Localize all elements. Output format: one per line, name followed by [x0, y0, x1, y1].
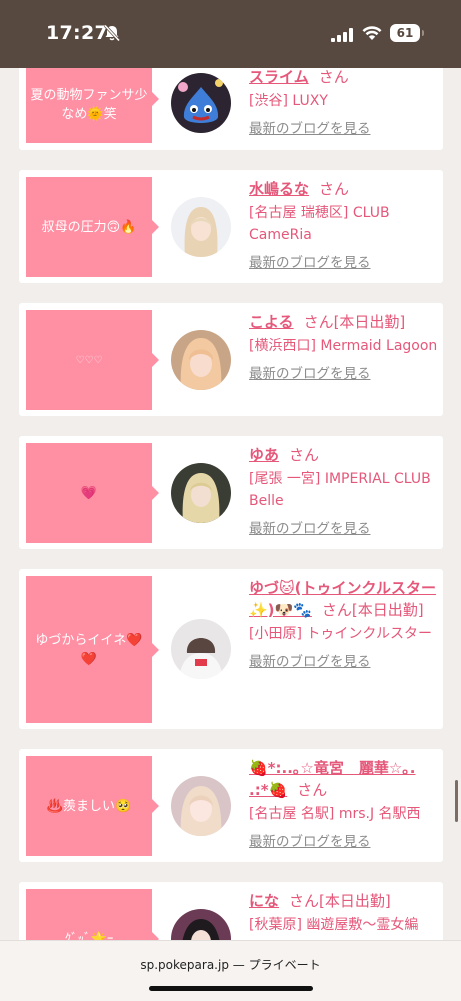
shop-name[interactable]: [名古屋 瑞穂区] CLUB CameRia [249, 202, 439, 246]
cast-info: スライム さん [渋谷] LUXY 最新のブログを見る [249, 66, 439, 138]
avatar[interactable] [171, 619, 231, 679]
avatar[interactable] [171, 463, 231, 523]
bell-muted-icon [103, 24, 121, 46]
avatar[interactable] [171, 197, 231, 257]
latest-blog-link[interactable]: 最新のブログを見る [249, 120, 439, 138]
comment-text: 叔母の圧力🙃🔥 [41, 219, 137, 235]
latest-blog-link[interactable]: 最新のブログを見る [249, 254, 439, 272]
avatar[interactable] [171, 776, 231, 836]
latest-blog-link[interactable]: 最新のブログを見る [249, 653, 439, 671]
cast-info: こよる さん[本日出勤] [横浜西口] Mermaid Lagoon 最新のブログ… [249, 311, 439, 383]
comment-bubble: ゆづからイイネ❤️❤️ [26, 576, 159, 723]
comment-text: 夏の動物ファンサ少なめ🌞笑 [30, 88, 148, 122]
shop-name[interactable]: [渋谷] LUXY [249, 90, 439, 112]
cast-suffix: さん [318, 68, 349, 86]
browser-url-bar[interactable]: sp.pokepara.jp — プライベート [0, 940, 461, 1001]
home-indicator[interactable] [149, 986, 313, 991]
scrollbar[interactable] [455, 780, 458, 822]
cast-suffix: さん [297, 781, 328, 799]
cast-info: ゆあ さん [尾張 一宮] IMPERIAL CLUB Belle 最新のブログを… [249, 444, 439, 538]
wifi-icon [362, 25, 382, 45]
cast-suffix: さん[本日出勤] [289, 892, 391, 910]
comment-bubble: ♨️羨ましい🥺 [26, 756, 159, 856]
status-bar: 17:27 61 [0, 0, 461, 68]
shop-name[interactable]: [尾張 一宮] IMPERIAL CLUB Belle [249, 468, 439, 512]
cast-name-link[interactable]: 水嶋るな [249, 180, 309, 198]
cellular-signal-icon [331, 27, 353, 46]
avatar[interactable] [171, 330, 231, 390]
private-mode-label: — プライベート [232, 958, 321, 972]
shop-name[interactable]: [小田原] トゥインクルスター [249, 623, 439, 645]
cast-info: 水嶋るな さん [名古屋 瑞穂区] CLUB CameRia 最新のブログを見る [249, 178, 439, 272]
url-domain: sp.pokepara.jp [140, 958, 229, 972]
cast-name-link[interactable]: にな [249, 892, 279, 910]
battery-icon: 61 [390, 24, 424, 42]
list-item[interactable]: ♨️羨ましい🥺 🍓*:..｡☆竜宮 麗華☆｡. .:*🍓 さん [名古屋 名駅] … [19, 749, 443, 862]
cast-name-link[interactable]: ゆあ [249, 446, 279, 464]
shop-name[interactable]: [秋葉原] 幽遊屋敷〜霊女編 [249, 914, 439, 936]
cast-info: にな さん[本日出勤] [秋葉原] 幽遊屋敷〜霊女編 [249, 890, 439, 936]
cast-name-link[interactable]: 🍓*:..｡☆竜宮 麗華☆｡. .:*🍓 [249, 759, 416, 799]
comment-bubble: 夏の動物ファンサ少なめ🌞笑 [26, 55, 159, 143]
url-text[interactable]: sp.pokepara.jp — プライベート [0, 956, 461, 973]
latest-blog-link[interactable]: 最新のブログを見る [249, 520, 439, 538]
cast-name-link[interactable]: こよる [249, 313, 294, 331]
comment-bubble: 叔母の圧力🙃🔥 [26, 177, 159, 277]
cast-suffix: さん [289, 446, 320, 464]
list-item[interactable]: 叔母の圧力🙃🔥 水嶋るな さん [名古屋 瑞穂区] CLUB CameRia 最新… [19, 170, 443, 283]
cast-suffix: さん[本日出勤] [303, 313, 406, 331]
shop-name[interactable]: [名古屋 名駅] mrs.J 名駅西 [249, 803, 439, 825]
list-item[interactable]: ♡♡♡ こよる さん[本日出勤] [横浜西口] Mermaid Lagoon 最新… [19, 303, 443, 416]
latest-blog-link[interactable]: 最新のブログを見る [249, 365, 439, 383]
cast-info: ゆづ🐱(トゥインクルスター✨)🐶🐾 さん[本日出勤] [小田原] トゥインクルスタ… [249, 577, 439, 671]
comment-text: ゆづからイイネ❤️❤️ [35, 632, 143, 667]
avatar[interactable] [171, 73, 231, 133]
cast-suffix: さん [319, 180, 350, 198]
comment-text: 💗 [80, 485, 98, 501]
clock: 17:27 [46, 22, 108, 44]
list-item[interactable]: 💗 ゆあ さん [尾張 一宮] IMPERIAL CLUB Belle 最新のブロ… [19, 436, 443, 549]
latest-blog-link[interactable]: 最新のブログを見る [249, 833, 439, 851]
cast-name-link[interactable]: スライム [249, 68, 309, 86]
shop-name[interactable]: [横浜西口] Mermaid Lagoon [249, 335, 439, 357]
list-item[interactable]: ゆづからイイネ❤️❤️ ゆづ🐱(トゥインクルスター✨)🐶🐾 さん[本日出勤] [小… [19, 569, 443, 729]
comment-text: ♨️羨ましい🥺 [46, 798, 132, 814]
comment-bubble: ♡♡♡ [26, 310, 159, 410]
cast-suffix: さん[本日出勤] [321, 601, 424, 619]
cast-info: 🍓*:..｡☆竜宮 麗華☆｡. .:*🍓 さん [名古屋 名駅] mrs.J 名駅… [249, 757, 439, 851]
comment-text: ♡♡♡ [75, 354, 103, 366]
comment-bubble: 💗 [26, 443, 159, 543]
